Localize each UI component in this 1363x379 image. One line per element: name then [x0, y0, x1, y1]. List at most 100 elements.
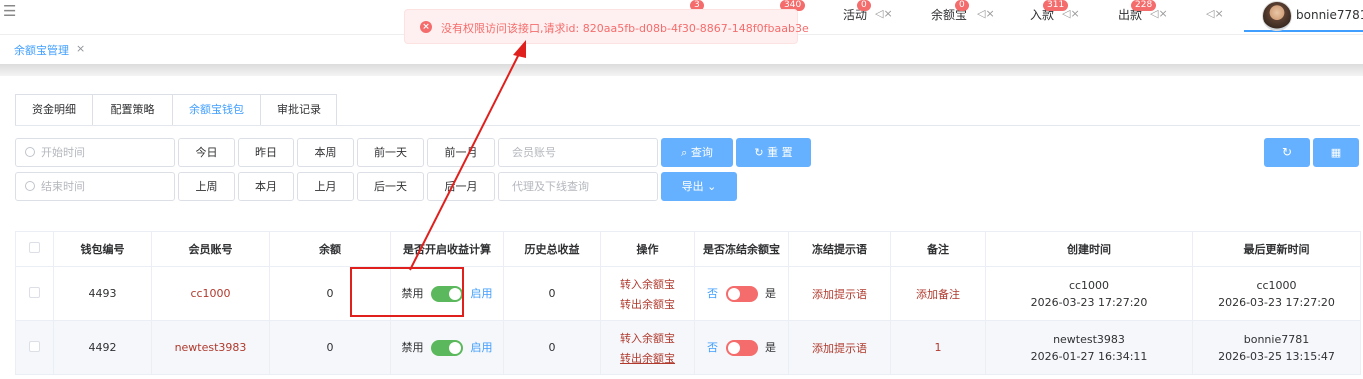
column-header: 历史总收益	[503, 231, 601, 267]
switch-off-label: 否	[707, 287, 718, 300]
divider	[0, 64, 1363, 76]
updated-by: bonnie7781	[1243, 332, 1310, 346]
speaker-mute-icon[interactable]: ◁×	[1206, 7, 1224, 21]
column-header: 创建时间	[985, 231, 1193, 267]
member-account-link[interactable]: newtest3983	[175, 341, 247, 354]
end-time-placeholder: 结束时间	[41, 180, 85, 193]
speaker-mute-icon[interactable]: ◁×	[1062, 7, 1080, 21]
row-select-cell	[15, 320, 54, 375]
this-week-button[interactable]: 本周	[297, 138, 354, 167]
hamburger-menu-icon[interactable]: ☰	[3, 3, 16, 19]
add-freeze-tip-link[interactable]: 添加提示语	[812, 342, 867, 355]
column-header: 操作	[600, 231, 695, 267]
export-label: 导出	[681, 180, 704, 193]
end-time-input[interactable]: 结束时间	[15, 172, 175, 201]
speaker-mute-icon[interactable]: ◁×	[977, 7, 995, 21]
column-header: 是否冻结余额宝	[694, 231, 789, 267]
search-label: 查询	[690, 146, 713, 159]
income-toggle[interactable]	[431, 340, 463, 356]
transfer-out-link[interactable]: 转出余额宝	[601, 296, 694, 312]
updated-at: 2026-03-25 13:15:47	[1218, 349, 1335, 363]
wallet-table: 钱包编号 会员账号 余额 是否开启收益计算 历史总收益 操作 是否冻结余额宝 冻…	[15, 231, 1361, 375]
wallet-id: 4492	[53, 320, 152, 375]
speaker-mute-icon[interactable]: ◁×	[875, 7, 893, 21]
add-freeze-tip-link[interactable]: 添加提示语	[812, 288, 867, 301]
yuebao-badge: 0	[955, 0, 969, 11]
column-header: 会员账号	[151, 231, 270, 267]
table-row: 4492 newtest3983 0 禁用 启用 0 转入余额宝 转出余额宝 否…	[15, 320, 1361, 375]
freeze-toggle[interactable]	[725, 340, 758, 356]
search-button[interactable]: ⌕ 查询	[661, 138, 733, 167]
member-account-link[interactable]: cc1000	[190, 287, 230, 300]
tab-divider	[15, 125, 1360, 126]
user-menu[interactable]: bonnie7781	[1244, 0, 1363, 32]
clock-icon	[25, 181, 35, 191]
search-icon: ⌕	[681, 146, 691, 159]
next-day-button[interactable]: 后一天	[357, 172, 424, 201]
tag-yuebao-manage[interactable]: 余额宝管理	[14, 42, 69, 58]
add-remark-link[interactable]: 添加备注	[916, 288, 960, 301]
row-checkbox[interactable]	[29, 340, 40, 352]
grid-icon: ▦	[1330, 146, 1342, 159]
balance: 0	[269, 320, 391, 375]
error-toast: × 没有权限访问该接口,请求id: 820aa5fb-d08b-4f30-886…	[404, 9, 809, 44]
row-select-cell	[15, 266, 54, 321]
this-month-button[interactable]: 本月	[238, 172, 294, 201]
income-switch-cell: 禁用 启用	[390, 320, 504, 375]
activity-badge: 0	[857, 0, 871, 11]
select-all-checkbox[interactable]	[29, 242, 40, 253]
table-row: 4493 cc1000 0 禁用 启用 0 转入余额宝 转出余额宝 否 是 添加…	[15, 266, 1361, 321]
tab-yuebao-wallet[interactable]: 余额宝钱包	[173, 95, 261, 125]
row-checkbox[interactable]	[29, 286, 40, 298]
tab-fund-detail[interactable]: 资金明细	[16, 95, 93, 125]
column-header: 余额	[269, 231, 391, 267]
switch-off-label: 禁用	[401, 341, 424, 354]
next-month-button[interactable]: 后一月	[427, 172, 495, 201]
switch-on-label: 是	[765, 287, 776, 300]
reset-label: 重 置	[767, 146, 793, 159]
start-time-placeholder: 开始时间	[41, 146, 85, 159]
clock-icon	[25, 147, 35, 157]
freeze-switch-cell: 否 是	[694, 266, 789, 321]
total-income: 0	[503, 266, 601, 321]
column-header: 钱包编号	[53, 231, 152, 267]
tabs: 资金明细 配置策略 余额宝钱包 审批记录	[15, 94, 337, 125]
speaker-mute-icon[interactable]: ◁×	[1150, 7, 1168, 21]
freeze-toggle[interactable]	[725, 286, 758, 302]
updated-by: cc1000	[1256, 278, 1297, 292]
agent-query-input[interactable]: 代理及下线查询	[498, 172, 658, 201]
last-month-button[interactable]: 上月	[297, 172, 354, 201]
avatar	[1262, 1, 1292, 31]
toast-message: 没有权限访问该接口,请求id: 820aa5fb-d08b-4f30-8867-…	[441, 22, 809, 35]
member-account-input[interactable]: 会员账号	[498, 138, 658, 167]
reset-button[interactable]: ↻ 重 置	[736, 138, 811, 167]
tag-close-icon[interactable]: ×	[76, 42, 85, 55]
column-header: 冻结提示语	[788, 231, 891, 267]
yesterday-button[interactable]: 昨日	[238, 138, 294, 167]
column-header: 是否开启收益计算	[390, 231, 504, 267]
transfer-in-link[interactable]: 转入余额宝	[620, 278, 675, 291]
tab-config-strategy[interactable]: 配置策略	[93, 95, 173, 125]
tab-approval-records[interactable]: 审批记录	[261, 95, 337, 125]
switch-on-label: 是	[765, 341, 776, 354]
updated-at: 2026-03-23 17:27:20	[1218, 295, 1335, 309]
refresh-icon: ↻	[754, 146, 768, 159]
transfer-in-link[interactable]: 转入余额宝	[620, 332, 675, 345]
remark-link[interactable]: 1	[935, 341, 942, 354]
username: bonnie7781	[1296, 8, 1363, 22]
last-week-button[interactable]: 上周	[178, 172, 235, 201]
refresh-table-button[interactable]: ↻	[1264, 138, 1310, 167]
created-at: 2026-01-27 16:34:11	[1030, 349, 1148, 363]
select-all-cell	[15, 231, 54, 267]
created-by: cc1000	[1068, 278, 1110, 292]
prev-day-button[interactable]: 前一天	[357, 138, 424, 167]
start-time-input[interactable]: 开始时间	[15, 138, 175, 167]
column-header: 最后更新时间	[1192, 231, 1361, 267]
export-dropdown-button[interactable]: 导出 ⌄	[661, 172, 737, 201]
transfer-out-link[interactable]: 转出余额宝	[601, 350, 694, 366]
created-at: 2026-03-23 17:27:20	[1030, 295, 1148, 309]
switch-off-label: 否	[707, 341, 718, 354]
today-button[interactable]: 今日	[178, 138, 235, 167]
prev-month-button[interactable]: 前一月	[427, 138, 495, 167]
column-settings-button[interactable]: ▦	[1313, 138, 1359, 167]
